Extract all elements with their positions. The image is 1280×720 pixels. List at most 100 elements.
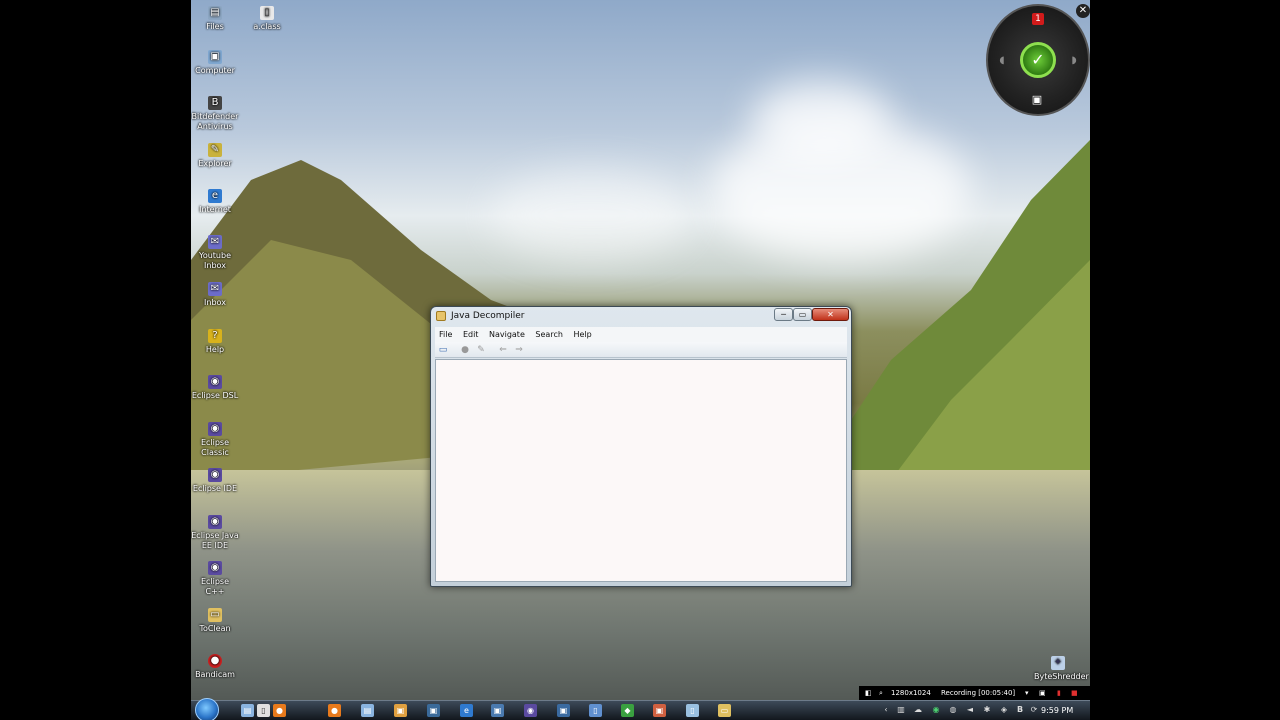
taskbar-app-icon[interactable]: ▤ — [241, 704, 254, 717]
desktop-icon-files[interactable]: ▤ Files — [191, 6, 239, 32]
eclipse-icon: ◉ — [208, 375, 222, 389]
stop-icon[interactable]: ■ — [1071, 686, 1078, 700]
taskbar-app-icon[interactable]: ▣ — [653, 704, 666, 717]
desktop-icon-help[interactable]: ? Help — [191, 329, 239, 355]
security-gadget[interactable]: 1 ◖ ✓ ◗ ▣ — [986, 4, 1090, 116]
taskbar-app-icon[interactable]: ▣ — [394, 704, 407, 717]
taskbar-app-icon[interactable]: ▣ — [557, 704, 570, 717]
desktop-icon-youtube-inbox[interactable]: ✉ Youtube Inbox — [191, 235, 239, 271]
java-decompiler-taskbar-icon[interactable]: ▭ — [718, 704, 731, 717]
desktop-icon-eclipse-cpp[interactable]: ◉ Eclipse C++ — [191, 561, 239, 597]
folder-icon: ▤ — [208, 6, 222, 20]
camera-icon[interactable]: ▣ — [1039, 686, 1046, 700]
close-button[interactable]: ✕ — [812, 308, 849, 321]
desktop-icon-computer[interactable]: ▣ Computer — [191, 50, 239, 76]
desktop-icon-bandicam[interactable]: ● Bandicam — [191, 654, 239, 680]
chat-icon[interactable]: ◍ — [948, 705, 958, 715]
desktop-icon-eclipse-dsl[interactable]: ◉ Eclipse DSL — [191, 375, 239, 401]
menu-edit[interactable]: Edit — [459, 327, 483, 342]
chevron-left-icon[interactable]: ‹ — [881, 705, 891, 715]
desktop-icon-inbox[interactable]: ✉ Inbox — [191, 282, 239, 308]
explorer-icon: ✎ — [208, 143, 222, 157]
computer-icon: ▣ — [208, 50, 222, 64]
desktop-icon-explorer[interactable]: ✎ Explorer — [191, 143, 239, 169]
settings-icon[interactable]: ✱ — [982, 705, 992, 715]
desktop-icon-internet[interactable]: e Internet — [191, 189, 239, 215]
folder-icon[interactable]: ▤ — [361, 704, 374, 717]
eclipse-icon: ◉ — [208, 422, 222, 436]
menu-help[interactable]: Help — [569, 327, 595, 342]
taskbar-app-icon[interactable]: ▣ — [427, 704, 440, 717]
pause-icon[interactable]: ▮ — [1057, 686, 1061, 700]
app-icon — [436, 311, 446, 321]
desktop-icon-label: Bitdefender Antivirus — [191, 112, 239, 131]
security-tray-icon[interactable]: ◉ — [931, 705, 941, 715]
forward-arrow-icon[interactable]: ⇒ — [513, 344, 525, 356]
eclipse-icon: ◉ — [208, 468, 222, 482]
desktop: ▤ Files ▯ a.class ▣ Computer B Bitdefender A… — [191, 0, 1090, 720]
window-icon[interactable]: ◧ — [865, 686, 872, 700]
eclipse-icon[interactable]: ◉ — [524, 704, 537, 717]
toolbar: ▭ ● ✎ ⇐ ⇒ — [435, 342, 847, 358]
shield-icon[interactable]: ◈ — [999, 705, 1009, 715]
open-file-icon[interactable]: ▭ — [437, 344, 449, 356]
bitdefender-icon: B — [208, 96, 222, 110]
gadget-close-button[interactable]: ✕ — [1076, 4, 1090, 18]
info-icon[interactable]: ◗ — [1068, 55, 1080, 67]
sync-icon[interactable]: ⟳ — [1029, 705, 1039, 715]
close-file-icon[interactable]: ● — [459, 344, 471, 356]
notification-badge[interactable]: 1 — [1032, 13, 1044, 25]
menu-navigate[interactable]: Navigate — [485, 327, 529, 342]
start-button[interactable] — [195, 698, 219, 720]
desktop-icon-class-file[interactable]: ▯ a.class — [243, 6, 291, 32]
menu-bar: File Edit Navigate Search Help — [435, 327, 847, 342]
taskbar-app-icon[interactable]: ◆ — [621, 704, 634, 717]
taskbar-app-icon[interactable]: ▯ — [257, 704, 270, 717]
desktop-icon-label: Eclipse DSL — [191, 391, 239, 400]
volume-icon[interactable]: ◄ — [965, 705, 975, 715]
desktop-icon-label: Eclipse C++ — [200, 577, 230, 596]
clock[interactable]: 9:59 PM — [1041, 701, 1073, 720]
desktop-icon-label: Eclipse Java EE IDE — [191, 531, 239, 550]
desktop-icon-label: Inbox — [204, 298, 226, 307]
desktop-icon-label: Eclipse IDE — [192, 484, 238, 493]
taskbar-app-icon[interactable]: ▯ — [589, 704, 602, 717]
dropdown-icon[interactable]: ▾ — [1025, 686, 1029, 700]
zoom-icon[interactable]: ⌕ — [879, 686, 883, 700]
bitdefender-icon[interactable]: B — [1015, 705, 1025, 715]
taskbar-app-icon[interactable]: ▣ — [491, 704, 504, 717]
scan-icon[interactable]: ▣ — [1030, 94, 1044, 106]
maximize-button[interactable]: ▭ — [793, 308, 812, 321]
internet-explorer-icon: e — [208, 189, 222, 203]
shredder-icon: ✦ — [1051, 656, 1065, 670]
desktop-icon-label: Eclipse Classic — [200, 438, 230, 457]
desktop-icon-label: Files — [206, 22, 224, 31]
mail-icon: ✉ — [208, 235, 222, 249]
checkmark-icon[interactable]: ✓ — [1020, 42, 1056, 78]
desktop-icon-eclipse-classic[interactable]: ◉ Eclipse Classic — [191, 422, 239, 458]
edit-icon[interactable]: ✎ — [475, 344, 487, 356]
java-decompiler-window: Java Decompiler ─ ▭ ✕ File Edit Navigate… — [430, 306, 852, 587]
desktop-icon-eclipse-ide[interactable]: ◉ Eclipse IDE — [191, 468, 239, 494]
menu-search[interactable]: Search — [531, 327, 566, 342]
desktop-icon-label: Youtube Inbox — [199, 251, 231, 270]
content-area[interactable] — [435, 359, 847, 582]
shield-icon[interactable]: ◖ — [996, 55, 1008, 67]
cloud-icon[interactable]: ☁ — [913, 705, 923, 715]
minimize-button[interactable]: ─ — [774, 308, 793, 321]
desktop-icon-toclean[interactable]: ▭ ToClean — [191, 608, 239, 634]
eclipse-icon: ◉ — [208, 561, 222, 575]
firefox-icon[interactable]: ● — [328, 704, 341, 717]
internet-explorer-icon[interactable]: e — [460, 704, 473, 717]
desktop-icon-byteshredder[interactable]: ✦ ByteShredder — [1034, 656, 1089, 682]
desktop-icon-eclipse-java-ee[interactable]: ◉ Eclipse Java EE IDE — [191, 515, 239, 551]
network-icon[interactable]: ▥ — [896, 705, 906, 715]
taskbar-app-icon[interactable]: ▯ — [686, 704, 699, 717]
eclipse-icon: ◉ — [208, 515, 222, 529]
help-icon: ? — [208, 329, 222, 343]
back-arrow-icon[interactable]: ⇐ — [497, 344, 509, 356]
menu-file[interactable]: File — [435, 327, 456, 342]
desktop-icon-bitdefender[interactable]: B Bitdefender Antivirus — [191, 96, 239, 132]
desktop-icon-label: Help — [205, 345, 225, 354]
firefox-icon[interactable]: ● — [273, 704, 286, 717]
